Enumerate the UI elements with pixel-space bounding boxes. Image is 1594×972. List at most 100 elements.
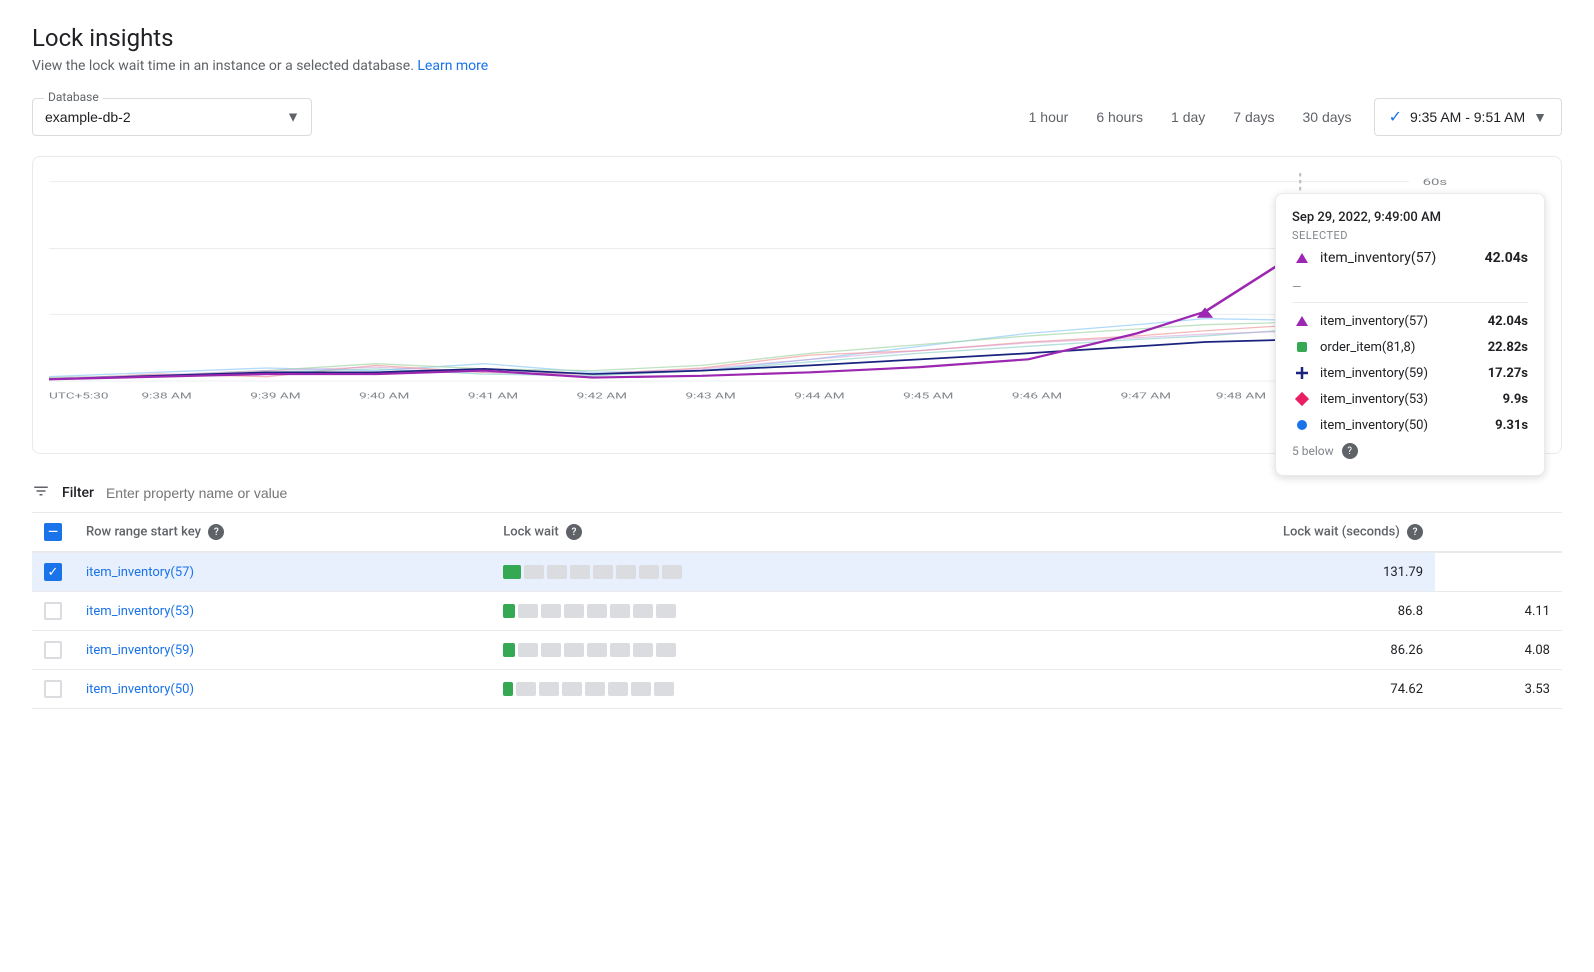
series-value-1: 22.82s	[1488, 340, 1528, 355]
row-checkbox-cell-2	[32, 631, 74, 670]
tooltip-selected-item: item_inventory(57) 42.04s	[1292, 248, 1528, 268]
chart-tooltip: Sep 29, 2022, 9:49:00 AM SELECTED item_i…	[1275, 193, 1545, 476]
row-lockwait-val-2: 86.26	[1013, 631, 1435, 670]
time-range-controls: 1 hour 6 hours 1 day 7 days 30 days ✓ 9:…	[1015, 98, 1562, 136]
selected-series-icon	[1292, 248, 1312, 268]
filter-row: Filter	[32, 474, 1562, 513]
chart-section: 60s 40s 20s 0	[32, 156, 1562, 454]
controls-row: Database example-db-2 example-db-1 examp…	[32, 98, 1562, 136]
below-help-icon[interactable]: ?	[1342, 443, 1358, 459]
key-help-icon[interactable]: ?	[208, 524, 224, 540]
table-row: ✓ item_inventory(57)	[32, 552, 1562, 592]
row-lockwait-val-3: 74.62	[1013, 670, 1435, 709]
selected-series-value: 42.04s	[1485, 250, 1528, 266]
database-label: Database	[44, 90, 103, 104]
row-key-3: item_inventory(50)	[74, 670, 491, 709]
row-key-2: item_inventory(59)	[74, 631, 491, 670]
col-header-lockwait-seconds: Lock wait (seconds) ?	[1013, 513, 1435, 552]
tooltip-selected-label: SELECTED	[1292, 229, 1528, 242]
series-icon-1	[1292, 337, 1312, 357]
row-key-link-1[interactable]: item_inventory(53)	[86, 604, 194, 619]
filter-icon	[32, 482, 50, 504]
lock-table: — Row range start key ? Lock wait ? Lock…	[32, 513, 1562, 709]
svg-text:UTC+5:30: UTC+5:30	[49, 390, 108, 401]
filter-label: Filter	[62, 485, 94, 501]
row-checkbox-1[interactable]	[44, 602, 62, 620]
filter-input[interactable]	[106, 485, 1562, 501]
row-lockwait-val-0: 131.79	[1013, 552, 1435, 592]
table-row: item_inventory(53)	[32, 592, 1562, 631]
lockwait-help-icon[interactable]: ?	[566, 524, 582, 540]
table-header-row: — Row range start key ? Lock wait ? Lock…	[32, 513, 1562, 552]
row-lockwait-2	[491, 631, 1013, 670]
time-1day-button[interactable]: 1 day	[1157, 101, 1219, 133]
table-row: item_inventory(59)	[32, 631, 1562, 670]
row-key-link-3[interactable]: item_inventory(50)	[86, 682, 194, 697]
selected-series-name: item_inventory(57)	[1320, 250, 1436, 266]
table-wrap: — Row range start key ? Lock wait ? Lock…	[32, 513, 1562, 709]
below-count: 5 below	[1292, 444, 1334, 458]
row-key-link-2[interactable]: item_inventory(59)	[86, 643, 194, 658]
series-icon-2	[1292, 363, 1312, 383]
svg-text:9:48 AM: 9:48 AM	[1216, 390, 1266, 401]
series-value-0: 42.04s	[1488, 314, 1528, 329]
series-value-2: 17.27s	[1488, 366, 1528, 381]
custom-time-button[interactable]: ✓ 9:35 AM - 9:51 AM ▼	[1374, 98, 1562, 136]
row-lockwait-0	[491, 552, 1013, 592]
tooltip-list-item-4: item_inventory(50) 9.31s	[1292, 415, 1528, 435]
check-icon: ✓	[1389, 107, 1402, 127]
svg-text:9:46 AM: 9:46 AM	[1012, 390, 1062, 401]
svg-text:9:39 AM: 9:39 AM	[250, 390, 300, 401]
series-value-3: 9.9s	[1503, 392, 1528, 407]
row-key-1: item_inventory(53)	[74, 592, 491, 631]
series-name-3: item_inventory(53)	[1320, 392, 1428, 407]
select-all-header: —	[32, 513, 74, 552]
tooltip-list-item-0: item_inventory(57) 42.04s	[1292, 311, 1528, 331]
database-selector-wrap: Database example-db-2 example-db-1 examp…	[32, 98, 312, 136]
col-header-lockwait: Lock wait ?	[491, 513, 1013, 552]
series-icon-3	[1292, 389, 1312, 409]
svg-text:9:40 AM: 9:40 AM	[359, 390, 409, 401]
dropdown-icon: ▼	[1533, 109, 1547, 125]
row-key-link-0[interactable]: item_inventory(57)	[86, 565, 194, 580]
series-name-1: order_item(81,8)	[1320, 340, 1415, 355]
series-icon-0	[1292, 311, 1312, 331]
custom-time-label: 9:35 AM - 9:51 AM	[1410, 109, 1525, 125]
table-row: item_inventory(50)	[32, 670, 1562, 709]
row-checkbox-3[interactable]	[44, 680, 62, 698]
svg-text:9:47 AM: 9:47 AM	[1121, 390, 1171, 401]
row-checkbox-cell-3	[32, 670, 74, 709]
series-value-4: 9.31s	[1495, 418, 1528, 433]
time-7days-button[interactable]: 7 days	[1219, 101, 1288, 133]
series-icon-4	[1292, 415, 1312, 435]
page-subtitle: View the lock wait time in an instance o…	[32, 58, 1562, 74]
row-checkbox-2[interactable]	[44, 641, 62, 659]
svg-text:9:44 AM: 9:44 AM	[794, 390, 844, 401]
time-1hour-button[interactable]: 1 hour	[1015, 101, 1083, 133]
svg-text:9:45 AM: 9:45 AM	[903, 390, 953, 401]
series-name-4: item_inventory(50)	[1320, 418, 1428, 433]
row-lockwait-sec-2: 4.08	[1435, 631, 1562, 670]
time-6hours-button[interactable]: 6 hours	[1082, 101, 1157, 133]
lockwait-seconds-help-icon[interactable]: ?	[1407, 524, 1423, 540]
tooltip-list-item-1: order_item(81,8) 22.82s	[1292, 337, 1528, 357]
learn-more-link[interactable]: Learn more	[417, 58, 488, 74]
tooltip-below: 5 below ?	[1292, 443, 1528, 459]
series-name-2: item_inventory(59)	[1320, 366, 1428, 381]
svg-text:9:41 AM: 9:41 AM	[468, 390, 518, 401]
row-checkbox-0[interactable]: ✓	[44, 563, 62, 581]
col-header-key: Row range start key ?	[74, 513, 491, 552]
page-container: Lock insights View the lock wait time in…	[0, 0, 1594, 733]
page-title: Lock insights	[32, 24, 1562, 52]
tooltip-list-item-3: item_inventory(53) 9.9s	[1292, 389, 1528, 409]
svg-text:9:38 AM: 9:38 AM	[141, 390, 191, 401]
row-lockwait-sec-3: 3.53	[1435, 670, 1562, 709]
select-all-checkbox[interactable]: —	[44, 523, 62, 541]
tooltip-list-item-2: item_inventory(59) 17.27s	[1292, 363, 1528, 383]
series-name-0: item_inventory(57)	[1320, 314, 1428, 329]
row-checkbox-cell-1	[32, 592, 74, 631]
row-lockwait-sec-1: 4.11	[1435, 592, 1562, 631]
row-checkbox-cell-0: ✓	[32, 552, 74, 592]
svg-text:60s: 60s	[1423, 177, 1448, 188]
time-30days-button[interactable]: 30 days	[1289, 101, 1366, 133]
